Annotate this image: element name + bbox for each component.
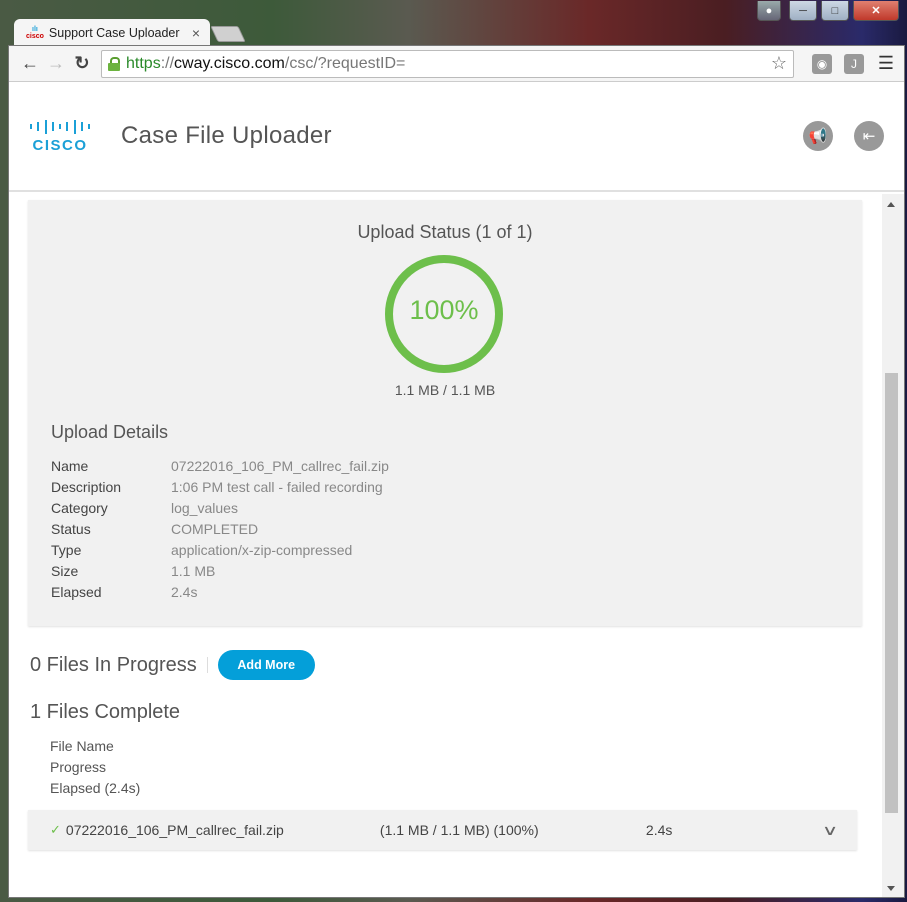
detail-row-name: Name 07222016_106_PM_callrec_fail.zip (51, 455, 389, 476)
scroll-up-arrow-icon[interactable] (887, 202, 895, 207)
browser-toolbar: ← → ↻ https://cway.cisco.com/csc/?reques… (9, 46, 904, 82)
window-controls: ● ─ □ ✕ (757, 1, 899, 21)
detail-row-elapsed: Elapsed 2.4s (51, 581, 389, 602)
tab-close-icon[interactable]: × (192, 25, 200, 41)
page-title: Case File Uploader (121, 122, 332, 149)
megaphone-icon[interactable]: 📢 (803, 121, 833, 151)
column-elapsed: Elapsed (2.4s) (50, 780, 141, 796)
progress-size: 1.1 MB / 1.1 MB (394, 382, 496, 398)
checkmark-icon: ✓ (50, 822, 61, 837)
detail-row-type: Type application/x-zip-compressed (51, 539, 389, 560)
chevron-down-icon[interactable]: ∨ (822, 822, 838, 839)
maximize-icon: □ (831, 4, 839, 17)
url-scheme: https (126, 54, 161, 72)
minimize-button[interactable]: ─ (789, 1, 817, 21)
address-bar[interactable]: https://cway.cisco.com/csc/?requestID= ☆ (101, 49, 794, 78)
arrow-right-icon: → (47, 53, 65, 73)
shield-extension-icon[interactable]: ◉ (812, 53, 832, 74)
hamburger-menu-icon[interactable]: ☰ (876, 53, 896, 74)
close-icon: ✕ (871, 5, 881, 17)
header-actions: 📢 ⇤ (803, 121, 884, 151)
main-content: Upload Status (1 of 1) 100% 1.1 MB / 1.1… (9, 194, 882, 897)
column-file-name: File Name (50, 738, 114, 754)
cisco-wordmark: CISCO (32, 136, 88, 154)
user-profile-button[interactable]: ● (757, 1, 781, 21)
tab-title: Support Case Uploader (48, 25, 180, 40)
detail-value: 1.1 MB (171, 562, 216, 579)
detail-label: Status (51, 520, 91, 537)
upload-details-list: Name 07222016_106_PM_callrec_fail.zip Des… (51, 455, 389, 602)
detail-value: log_values (171, 499, 238, 516)
scrollbar-thumb[interactable] (885, 373, 898, 813)
complete-columns: File Name Progress Elapsed (2.4s) (50, 736, 140, 799)
detail-value: 07222016_106_PM_callrec_fail.zip (171, 457, 389, 474)
detail-label: Type (51, 541, 82, 558)
in-progress-title: 0 Files In Progress (30, 653, 197, 676)
column-progress: Progress (50, 759, 107, 775)
vertical-scrollbar[interactable] (882, 194, 904, 897)
detail-row-category: Category log_values (51, 497, 389, 518)
new-tab-button[interactable] (210, 26, 246, 42)
progress-percent: 100% (409, 295, 479, 325)
detail-value: application/x-zip-compressed (171, 541, 353, 558)
file-progress: (1.1 MB / 1.1 MB) (100%) (379, 822, 539, 838)
files-complete-title: 1 Files Complete (30, 701, 181, 723)
detail-value: 2.4s (171, 583, 198, 600)
completed-file-row[interactable]: ✓ 07222016_106_PM_callrec_fail.zip (1.1 … (28, 810, 857, 850)
detail-label: Category (51, 499, 108, 516)
detail-value: 1:06 PM test call - failed recording (171, 478, 383, 495)
file-name: 07222016_106_PM_callrec_fail.zip (65, 822, 284, 838)
browser-window: ← → ↻ https://cway.cisco.com/csc/?reques… (8, 45, 905, 898)
reload-button[interactable]: ↻ (69, 51, 95, 77)
logout-icon[interactable]: ⇤ (854, 121, 884, 151)
upload-details-title: Upload Details (51, 422, 169, 442)
upload-status-card: Upload Status (1 of 1) 100% 1.1 MB / 1.1… (28, 200, 862, 626)
url-separator: :// (160, 54, 175, 72)
url-path: /csc/?requestID= (284, 54, 406, 72)
person-icon: ● (765, 4, 773, 17)
divider (206, 657, 208, 673)
bookmark-star-icon[interactable]: ☆ (771, 53, 787, 74)
tab-strip: ılı cisco Support Case Uploader × (14, 18, 246, 46)
lock-icon (108, 56, 120, 71)
url-host: cway.cisco.com (174, 54, 285, 72)
detail-label: Size (51, 562, 79, 579)
j-extension-icon[interactable]: J (844, 53, 864, 74)
detail-row-description: Description 1:06 PM test call - failed re… (51, 476, 389, 497)
in-progress-section: 0 Files In Progress Add More (30, 650, 315, 680)
back-button[interactable]: ← (17, 51, 43, 77)
arrow-left-icon: ← (21, 53, 39, 73)
app-header: CISCO Case File Uploader 📢 ⇤ (9, 82, 904, 192)
cisco-logo[interactable]: CISCO (29, 119, 91, 154)
minimize-icon: ─ (799, 4, 807, 17)
maximize-button[interactable]: □ (821, 1, 849, 21)
detail-row-size: Size 1.1 MB (51, 560, 389, 581)
reload-icon: ↻ (74, 53, 90, 73)
upload-status-title: Upload Status (1 of 1) (357, 222, 533, 242)
detail-label: Elapsed (51, 583, 102, 600)
detail-label: Name (51, 457, 89, 474)
file-elapsed: 2.4s (645, 822, 673, 838)
browser-tab[interactable]: ılı cisco Support Case Uploader × (14, 19, 210, 46)
detail-value: COMPLETED (171, 520, 259, 537)
detail-row-status: Status COMPLETED (51, 518, 389, 539)
close-window-button[interactable]: ✕ (853, 1, 899, 21)
scroll-down-arrow-icon[interactable] (887, 886, 895, 891)
detail-label: Description (51, 478, 122, 495)
cisco-favicon-icon: ılı cisco (26, 25, 44, 40)
cisco-bars-icon (29, 119, 91, 135)
forward-button[interactable]: → (43, 51, 69, 77)
add-more-button[interactable]: Add More (217, 650, 315, 680)
page: CISCO Case File Uploader 📢 ⇤ Upload Stat… (9, 82, 904, 897)
